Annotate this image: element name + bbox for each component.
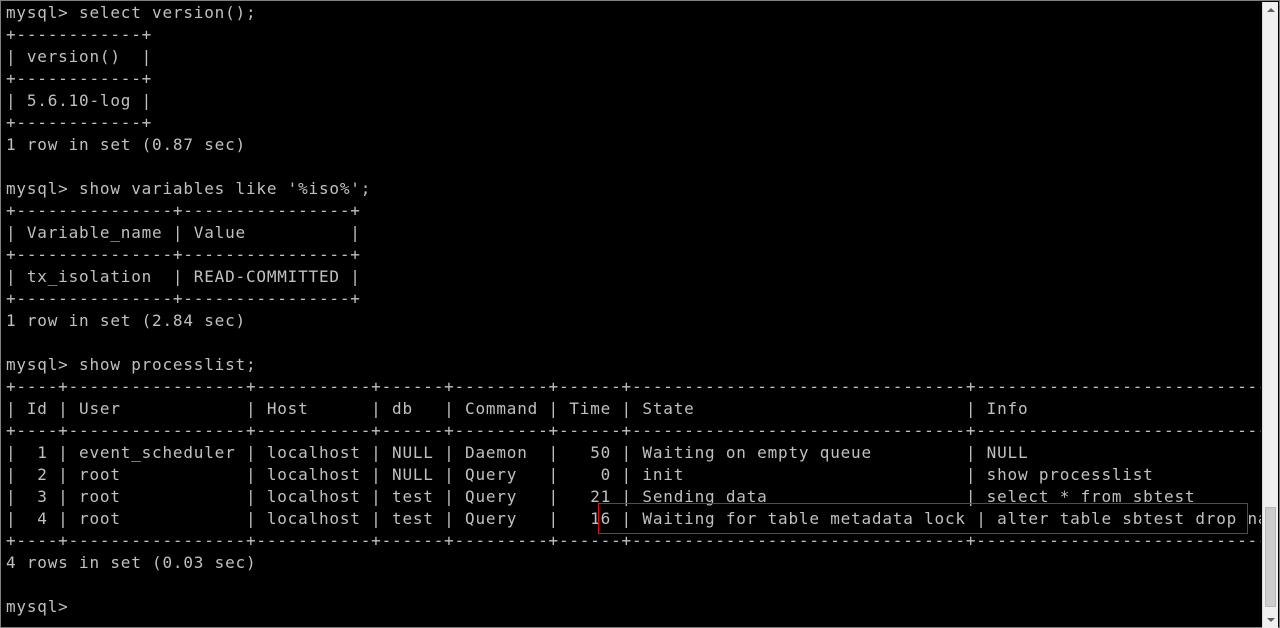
console-line: | 3 | root | localhost | test | Query | …: [6, 487, 1261, 506]
scroll-thumb[interactable]: [1265, 507, 1276, 607]
console-line: | tx_isolation | READ-COMMITTED |: [6, 267, 361, 286]
console-line: mysql> show processlist;: [6, 355, 257, 374]
arrow-down-icon: [1266, 618, 1275, 622]
console-line: +------------+: [6, 25, 153, 44]
console-line: 1 row in set (0.87 sec): [6, 135, 246, 154]
console-line: +----+-----------------+-----------+----…: [6, 531, 1261, 550]
console-line: | 1 | event_scheduler | localhost | NULL…: [6, 443, 1261, 462]
console-line: +----+-----------------+-----------+----…: [6, 421, 1261, 440]
console-line: +------------+: [6, 113, 153, 132]
console-line: +---------------+----------------+: [6, 289, 361, 308]
terminal-window: mysql> select version(); +------------+ …: [0, 0, 1280, 628]
console-line: +---------------+----------------+: [6, 245, 361, 264]
console-line: | 5.6.10-log |: [6, 91, 153, 110]
command-prompt[interactable]: mysql>: [6, 596, 1261, 618]
console-line: mysql> select version();: [6, 3, 257, 22]
console-line: | Variable_name | Value |: [6, 223, 361, 242]
console-line: +---------------+----------------+: [6, 201, 361, 220]
console-line: 4 rows in set (0.03 sec): [6, 553, 257, 572]
console-line: mysql> show variables like '%iso%';: [6, 179, 372, 198]
console-output[interactable]: mysql> select version(); +------------+ …: [6, 2, 1261, 628]
console-line: 1 row in set (2.84 sec): [6, 311, 246, 330]
vertical-scrollbar[interactable]: [1262, 2, 1278, 628]
console-line: | 2 | root | localhost | NULL | Query | …: [6, 465, 1261, 484]
console-line: | version() |: [6, 47, 153, 66]
arrow-up-icon: [1266, 8, 1275, 12]
console-line: +----+-----------------+-----------+----…: [6, 377, 1261, 396]
console-line: +------------+: [6, 69, 153, 88]
console-line: | 4 | root | localhost | test | Query | …: [6, 509, 1261, 528]
scroll-down-button[interactable]: [1263, 612, 1278, 628]
console-line: | Id | User | Host | db | Command | Time…: [6, 399, 1261, 418]
scroll-up-button[interactable]: [1263, 2, 1278, 18]
